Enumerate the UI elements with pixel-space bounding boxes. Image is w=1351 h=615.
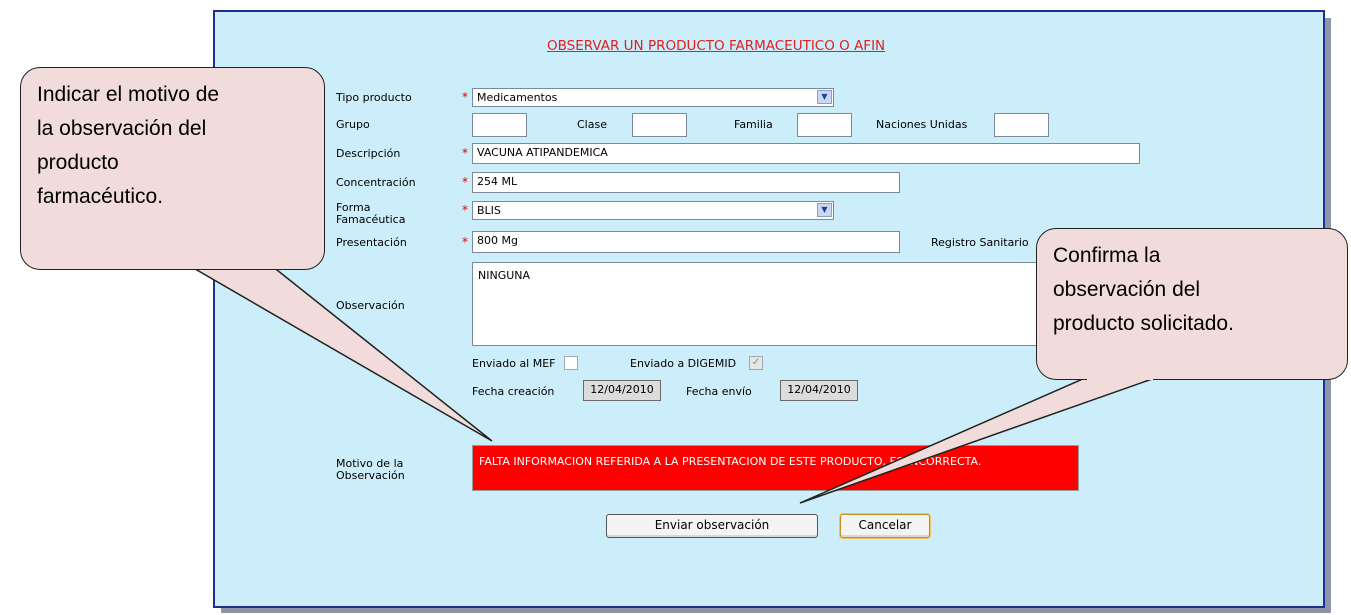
right-callout-line: producto solicitado.: [1053, 312, 1234, 335]
left-callout-line: la observación del: [37, 117, 207, 140]
left-callout-line: producto: [37, 151, 119, 174]
left-callout-line: farmacéutico.: [37, 185, 164, 208]
left-callout-line: Indicar el motivo de: [37, 83, 220, 106]
callout-seam: [192, 262, 270, 268]
left-callout: Indicar el motivo de la observación del …: [20, 67, 325, 270]
right-callout: Confirma la observación del producto sol…: [1036, 228, 1348, 380]
right-callout-line: Confirma la: [1053, 244, 1161, 267]
right-callout-line: observación del: [1053, 278, 1201, 301]
callout-seam: [1087, 374, 1153, 380]
left-callout-pointer: [187, 265, 493, 442]
right-callout-pointer: [799, 377, 1156, 504]
